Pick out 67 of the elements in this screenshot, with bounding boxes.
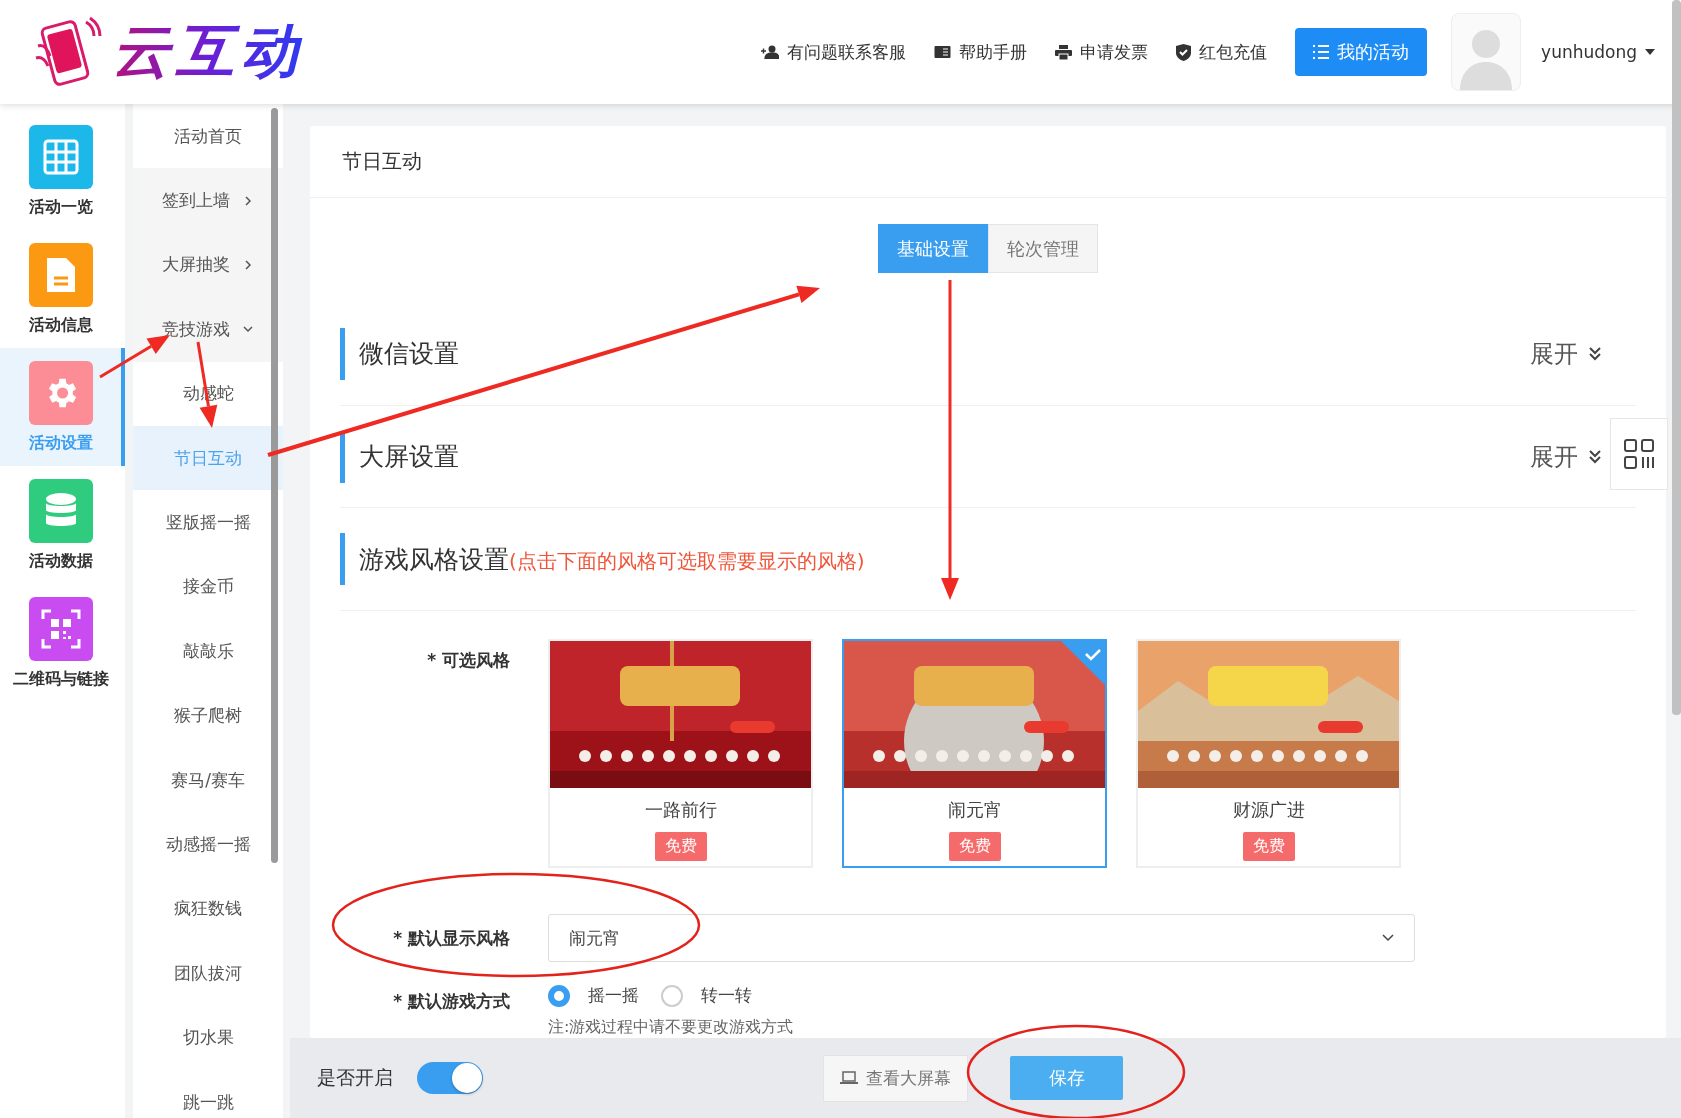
submenu-item[interactable]: 猴子爬树 [133, 683, 283, 748]
laptop-icon [840, 1071, 858, 1085]
add-user-icon [761, 45, 780, 59]
submenu-item[interactable]: 竖版摇一摇 [133, 490, 283, 555]
style-card[interactable]: 闹元宵 免费 [842, 639, 1107, 868]
annotation-arrow [99, 335, 170, 379]
field-label: * 默认显示风格 [392, 926, 511, 950]
section-title: 游戏风格设置(点击下面的风格可选取需要显示的风格) [340, 533, 865, 586]
chevron-right-icon [242, 258, 254, 271]
submenu-item[interactable]: 团队拔河 [133, 941, 283, 1006]
scrollbar[interactable] [1672, 0, 1681, 715]
style-select[interactable]: 闹元宵 [548, 914, 1415, 962]
expand-toggle[interactable]: 展开 [1524, 439, 1608, 474]
toggle-label: 是否开启 [317, 1065, 393, 1090]
scrollbar[interactable] [271, 108, 278, 863]
radio-option[interactable]: 摇一摇 [548, 984, 639, 1007]
chevron-right-icon [242, 194, 254, 207]
header-link[interactable]: 有问题联系客服 [761, 40, 907, 64]
header-link[interactable]: 申请发票 [1055, 40, 1149, 64]
tab[interactable]: 轮次管理 [988, 224, 1098, 273]
sidebar-item[interactable]: 活动一览 [0, 112, 125, 230]
document-icon [44, 255, 77, 294]
qr-code-icon [40, 608, 81, 649]
card-title: 节日互动 [310, 126, 1666, 198]
caret-icon [1645, 49, 1655, 55]
submenu-item[interactable]: 疯狂数钱 [133, 876, 283, 942]
check-corner-icon [1059, 639, 1107, 687]
header-link[interactable]: 红包充值 [1176, 40, 1268, 64]
field-label: * 可选风格 [426, 649, 511, 672]
style-card[interactable]: 财源广进 免费 [1136, 639, 1401, 868]
double-chevron-icon [1588, 345, 1602, 362]
style-card[interactable]: 一路前行 免费 [548, 639, 813, 868]
double-chevron-icon [1588, 448, 1602, 465]
style-name: 一路前行 [644, 798, 717, 822]
submenu-item[interactable]: 接金币 [133, 554, 283, 620]
submenu-item[interactable]: 动感摇一摇 [133, 812, 283, 877]
sidebar-item[interactable]: 二维码与链接 [0, 584, 125, 702]
user-menu[interactable]: yunhudong [1535, 41, 1661, 63]
qr-code-button[interactable] [1610, 418, 1668, 490]
sidebar-item[interactable]: 活动信息 [0, 230, 125, 348]
free-badge: 免费 [948, 832, 1001, 861]
style-name: 财源广进 [1232, 798, 1305, 822]
expand-toggle[interactable]: 展开 [1524, 336, 1608, 371]
free-badge: 免费 [654, 832, 707, 861]
list-icon [1313, 45, 1330, 59]
style-name: 闹元宵 [947, 798, 1002, 822]
submenu-item[interactable]: 切水果 [133, 1005, 283, 1070]
printer-icon [1055, 44, 1073, 60]
qr-code-icon [1624, 439, 1654, 469]
submenu-item[interactable]: 敲敲乐 [133, 619, 283, 684]
grid-icon [41, 137, 80, 176]
submenu-item[interactable]: 赛马/赛车 [133, 747, 283, 813]
sidebar-item[interactable]: 活动数据 [0, 466, 125, 584]
chevron-down-icon [1382, 934, 1394, 942]
note-text: 注:游戏过程中请不要更改游戏方式 [548, 1017, 794, 1038]
header-link[interactable]: 帮助手册 [934, 40, 1028, 64]
preview-button[interactable]: 查看大屏幕 [823, 1054, 968, 1102]
radio-option[interactable]: 转一转 [661, 984, 752, 1007]
shield-check-icon [1176, 43, 1192, 61]
section-title: 微信设置 [340, 327, 459, 380]
section-title: 大屏设置 [340, 430, 459, 483]
submenu-item[interactable]: 活动首页 [133, 104, 283, 169]
submenu-item[interactable]: 跳一跳 [133, 1069, 283, 1118]
toggle-switch[interactable] [417, 1062, 483, 1094]
free-badge: 免费 [1242, 832, 1295, 861]
book-icon [934, 45, 952, 59]
field-label: * 默认游戏方式 [392, 990, 511, 1013]
